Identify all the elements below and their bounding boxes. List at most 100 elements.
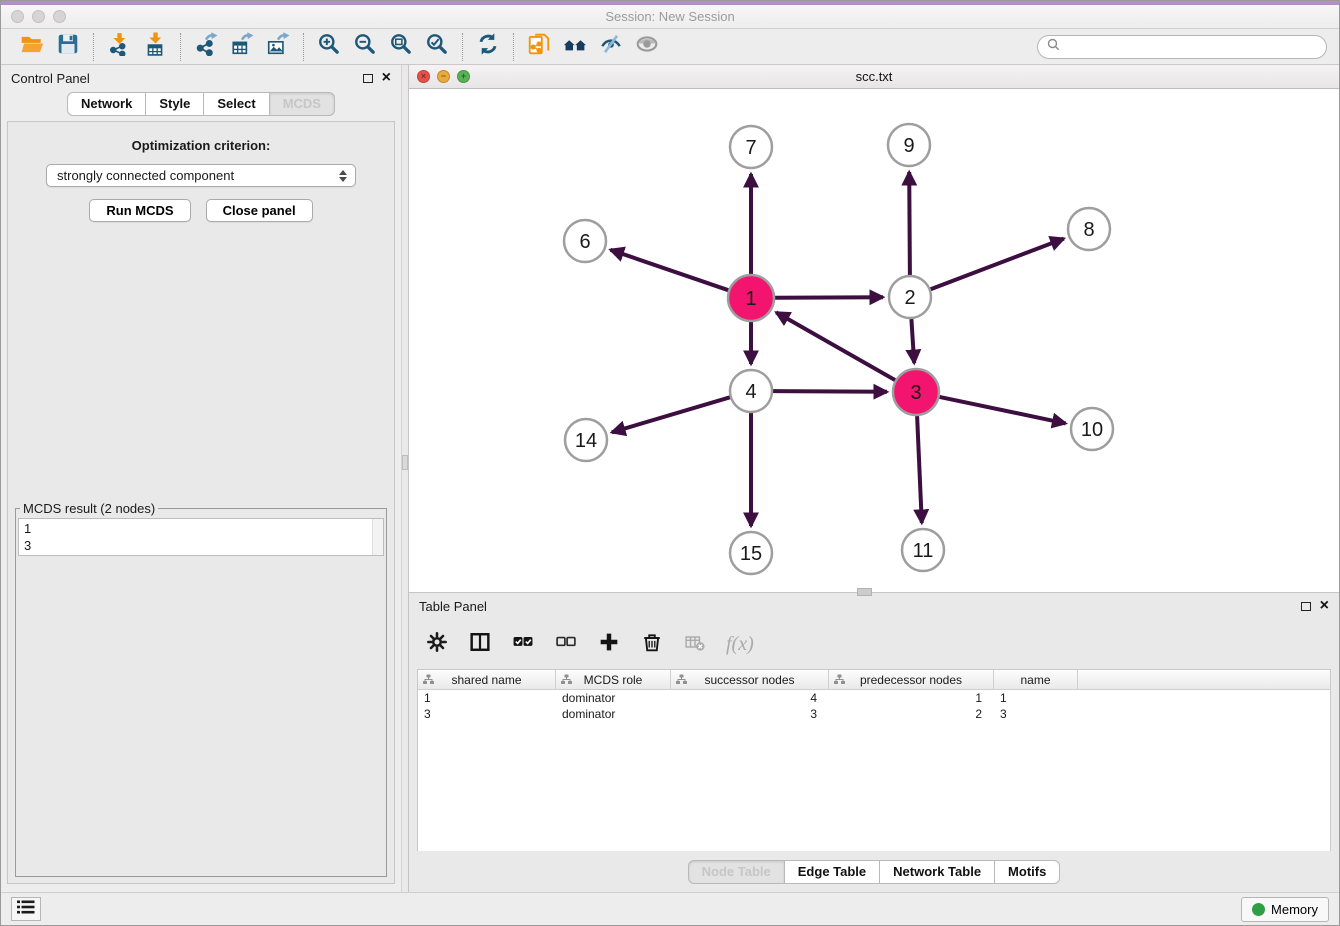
tab-mcds[interactable]: MCDS <box>270 92 335 116</box>
tab-node-table[interactable]: Node Table <box>688 860 785 884</box>
export-network-button[interactable] <box>192 33 220 61</box>
column-header-MCDS-role[interactable]: MCDS role <box>556 670 671 689</box>
graph-node-3[interactable]: 3 <box>893 369 939 415</box>
hide-selected-button[interactable] <box>597 33 625 61</box>
vertical-splitter[interactable] <box>401 65 409 892</box>
cell-successor-nodes[interactable]: 4 <box>671 691 829 705</box>
minimize-window-button[interactable] <box>32 10 45 23</box>
import-table-button[interactable] <box>141 33 169 61</box>
graph-node-1[interactable]: 1 <box>728 275 774 321</box>
graph-node-11[interactable]: 11 <box>902 529 944 571</box>
graph-node-8[interactable]: 8 <box>1068 208 1110 250</box>
zoom-window-button[interactable] <box>53 10 66 23</box>
first-neighbors-button[interactable] <box>561 33 589 61</box>
column-header-shared-name[interactable]: shared name <box>418 670 556 689</box>
float-table-panel-icon[interactable] <box>1301 602 1311 611</box>
zoom-fit-button[interactable] <box>387 33 415 61</box>
graph-node-15[interactable]: 15 <box>730 532 772 574</box>
cell-predecessor-nodes[interactable]: 2 <box>829 707 994 721</box>
zoom-in-button[interactable] <box>315 33 343 61</box>
add-row-button[interactable] <box>597 632 621 656</box>
search-input[interactable] <box>1065 40 1317 55</box>
table-row[interactable]: 1dominator411 <box>418 690 1330 706</box>
cell-name[interactable]: 1 <box>994 691 1078 705</box>
float-panel-icon[interactable] <box>363 74 373 83</box>
select-all-icon <box>513 632 533 657</box>
cell-predecessor-nodes[interactable]: 1 <box>829 691 994 705</box>
zoom-out-button[interactable] <box>351 33 379 61</box>
cell-successor-nodes[interactable]: 3 <box>671 707 829 721</box>
graph-edge-2-9[interactable] <box>909 172 910 275</box>
column-header-name[interactable]: name <box>994 670 1078 689</box>
close-table-panel-icon[interactable]: × <box>1320 600 1329 612</box>
hide-selected-icon <box>599 32 623 61</box>
column-header-predecessor-nodes[interactable]: predecessor nodes <box>829 670 994 689</box>
table-options-button[interactable] <box>425 632 449 656</box>
run-mcds-button[interactable]: Run MCDS <box>89 199 190 222</box>
import-network-button[interactable] <box>105 33 133 61</box>
network-canvas[interactable]: 1 2 3 4 6 7 8 9 10 11 14 15 <box>409 89 1339 592</box>
zoom-in-icon <box>317 32 341 61</box>
network-graph[interactable]: 1 2 3 4 6 7 8 9 10 11 14 15 <box>409 89 1339 592</box>
table-row[interactable]: 3dominator323 <box>418 706 1330 722</box>
mcds-result-area[interactable]: 1 3 <box>18 518 384 556</box>
close-panel-icon[interactable]: × <box>382 72 391 84</box>
split-panel-button[interactable] <box>468 632 492 656</box>
cell-MCDS-role[interactable]: dominator <box>556 707 671 721</box>
graph-edge-3-11[interactable] <box>917 416 922 523</box>
cell-name[interactable]: 3 <box>994 707 1078 721</box>
graph-edge-2-3[interactable] <box>911 319 914 363</box>
tab-style[interactable]: Style <box>146 92 204 116</box>
splitter-grip[interactable] <box>402 455 408 470</box>
zoom-selected-button[interactable] <box>423 33 451 61</box>
task-history-button[interactable] <box>11 897 41 921</box>
minimize-network-icon[interactable]: − <box>437 70 450 83</box>
graph-node-10[interactable]: 10 <box>1071 408 1113 450</box>
open-session-button[interactable] <box>18 33 46 61</box>
tab-network[interactable]: Network <box>67 92 146 116</box>
graph-node-7[interactable]: 7 <box>730 126 772 168</box>
tab-network-table[interactable]: Network Table <box>880 860 995 884</box>
horizontal-splitter-grip[interactable] <box>857 588 872 596</box>
graph-edge-3-10[interactable] <box>940 397 1066 424</box>
graph-edge-1-2[interactable] <box>775 297 883 298</box>
clone-network-button[interactable] <box>525 33 553 61</box>
close-window-button[interactable] <box>11 10 24 23</box>
graph-edge-4-3[interactable] <box>773 391 887 392</box>
tab-select[interactable]: Select <box>204 92 269 116</box>
unselect-all-button[interactable] <box>554 632 578 656</box>
cell-MCDS-role[interactable]: dominator <box>556 691 671 705</box>
tab-motifs[interactable]: Motifs <box>995 860 1060 884</box>
graph-edge-1-6[interactable] <box>611 250 729 290</box>
control-panel: Control Panel × NetworkStyleSelectMCDS O… <box>1 65 401 892</box>
memory-button[interactable]: Memory <box>1241 897 1329 922</box>
mcds-panel-body: Optimization criterion: strongly connect… <box>7 121 395 884</box>
delete-row-icon <box>642 632 662 657</box>
result-scrollbar[interactable] <box>372 519 383 555</box>
export-table-button[interactable] <box>228 33 256 61</box>
export-image-button[interactable] <box>264 33 292 61</box>
column-header-successor-nodes[interactable]: successor nodes <box>671 670 829 689</box>
search-box[interactable] <box>1037 35 1327 59</box>
cell-shared-name[interactable]: 1 <box>418 691 556 705</box>
close-network-icon[interactable]: × <box>417 70 430 83</box>
graph-node-2[interactable]: 2 <box>889 276 931 318</box>
graph-edge-2-8[interactable] <box>931 239 1064 290</box>
graph-node-9[interactable]: 9 <box>888 124 930 166</box>
graph-node-14[interactable]: 14 <box>565 419 607 461</box>
delete-row-button[interactable] <box>640 632 664 656</box>
close-panel-button[interactable]: Close panel <box>206 199 313 222</box>
delete-column-icon <box>685 632 705 657</box>
apply-layout-button[interactable] <box>474 33 502 61</box>
maximize-network-icon[interactable]: + <box>457 70 470 83</box>
graph-node-6[interactable]: 6 <box>564 220 606 262</box>
select-all-button[interactable] <box>511 632 535 656</box>
optimization-criterion-select[interactable]: strongly connected component <box>46 164 356 187</box>
graph-edge-4-14[interactable] <box>612 397 730 432</box>
graph-node-4[interactable]: 4 <box>730 370 772 412</box>
save-session-button[interactable] <box>54 33 82 61</box>
tab-edge-table[interactable]: Edge Table <box>785 860 880 884</box>
graph-edge-3-1[interactable] <box>776 312 895 380</box>
cell-shared-name[interactable]: 3 <box>418 707 556 721</box>
show-all-button[interactable] <box>633 33 661 61</box>
